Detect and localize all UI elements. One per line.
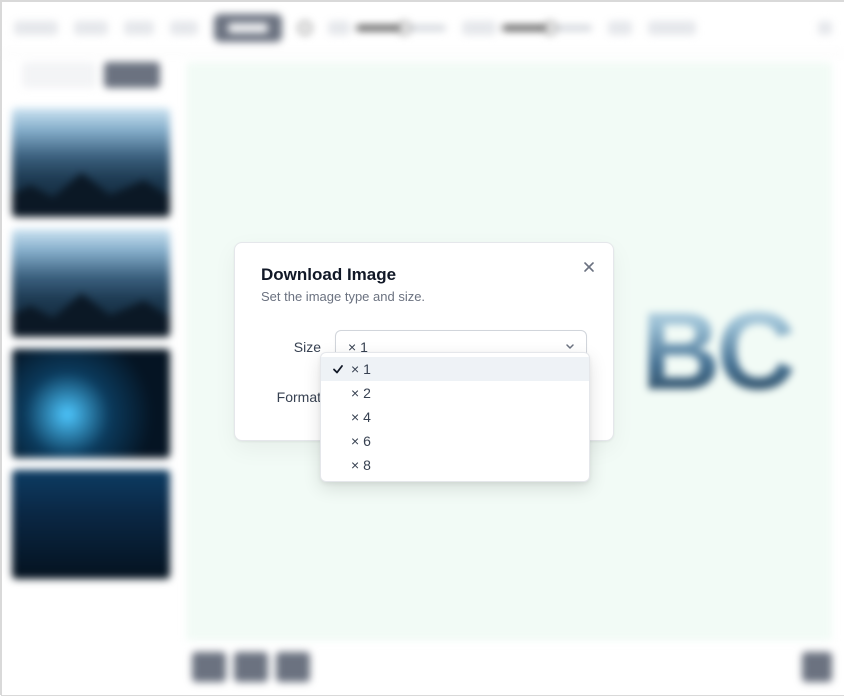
toolbar-item[interactable] (608, 21, 632, 35)
size-option-label: × 6 (351, 433, 371, 449)
size-option[interactable]: × 1 (321, 357, 589, 381)
search-input[interactable] (22, 62, 96, 88)
size-option[interactable]: × 2 (321, 381, 589, 405)
weight-slider[interactable] (462, 21, 592, 35)
search-row (12, 54, 170, 96)
top-toolbar (2, 2, 844, 54)
toolbar-item[interactable] (74, 21, 108, 35)
image-thumbnail[interactable] (12, 349, 170, 458)
size-option-label: × 1 (351, 361, 371, 377)
blur-slider[interactable] (328, 21, 446, 35)
footer-button[interactable] (802, 652, 832, 682)
image-thumbnail[interactable] (12, 229, 170, 338)
close-icon (582, 260, 596, 274)
footer-button[interactable] (234, 652, 268, 682)
size-option[interactable]: × 8 (321, 453, 589, 477)
toolbar-item[interactable] (170, 21, 198, 35)
overflow-icon[interactable] (818, 21, 832, 35)
size-dropdown-menu: × 1 × 2 × 4 × 6 × 8 (320, 352, 590, 482)
dialog-title: Download Image (261, 265, 587, 285)
search-button[interactable] (104, 62, 160, 88)
toolbar-item[interactable] (124, 21, 154, 35)
footer-button[interactable] (276, 652, 310, 682)
toolbar-item[interactable] (648, 21, 696, 35)
toolbar-icon[interactable] (298, 21, 312, 35)
size-option-label: × 2 (351, 385, 371, 401)
close-button[interactable] (579, 257, 599, 277)
size-option[interactable]: × 6 (321, 429, 589, 453)
size-option-label: × 4 (351, 409, 371, 425)
footer-button[interactable] (192, 652, 226, 682)
image-thumbnail[interactable] (12, 108, 170, 217)
replace-button[interactable] (214, 14, 282, 42)
size-option-label: × 8 (351, 457, 371, 473)
sidebar (2, 54, 180, 695)
bottom-toolbar (180, 647, 844, 687)
image-thumbnail[interactable] (12, 470, 170, 579)
size-option[interactable]: × 4 (321, 405, 589, 429)
dialog-subtitle: Set the image type and size. (261, 289, 587, 304)
toolbar-item[interactable] (14, 21, 58, 35)
check-icon (331, 362, 345, 376)
canvas-text: BC (641, 288, 792, 415)
